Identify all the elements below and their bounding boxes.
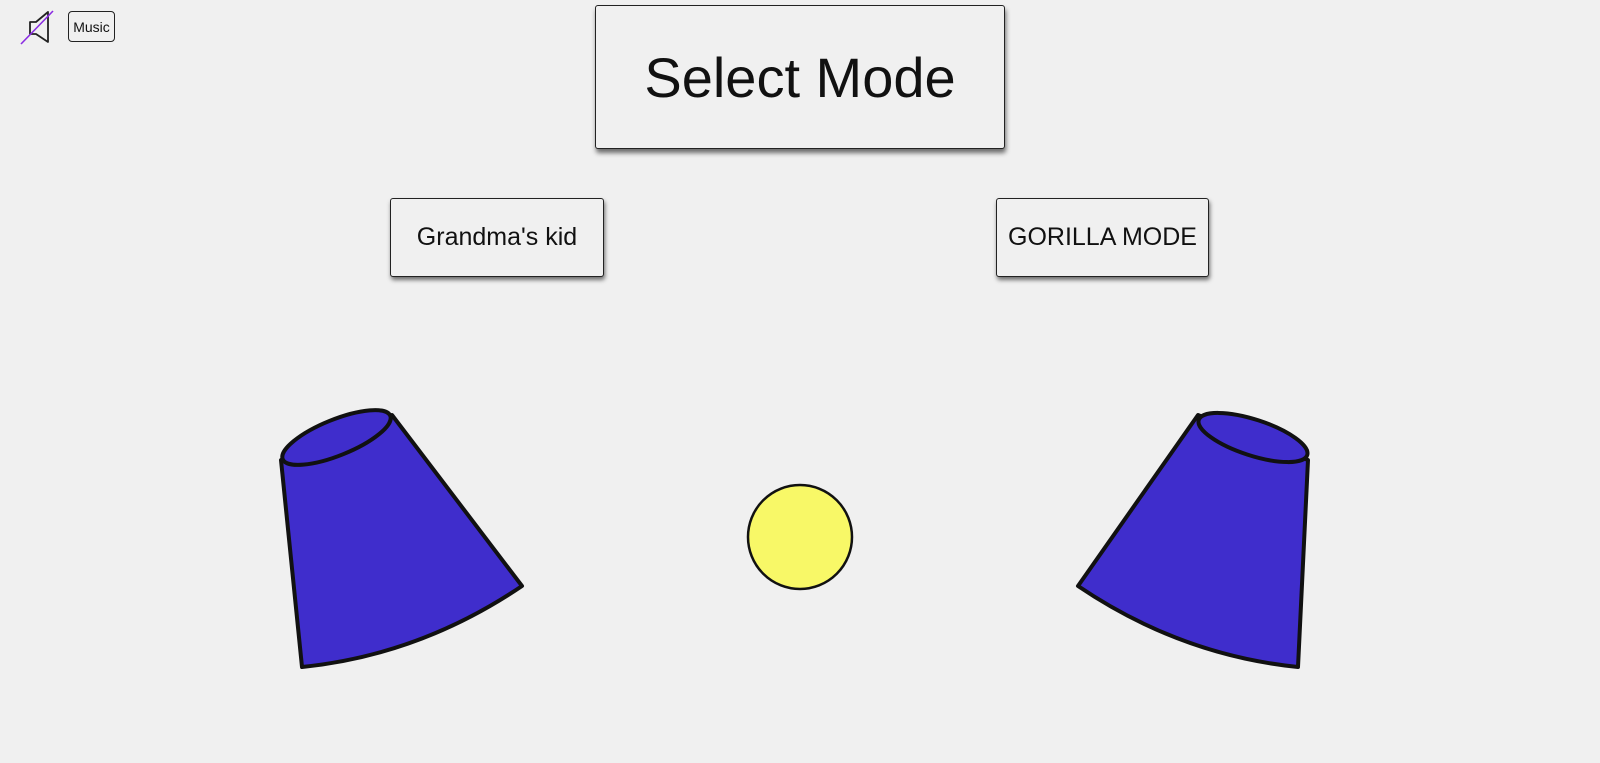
cup-left[interactable] <box>276 399 524 669</box>
music-button[interactable]: Music <box>68 11 115 42</box>
cup-right[interactable] <box>1076 403 1313 669</box>
speaker-muted-icon[interactable] <box>18 8 54 46</box>
select-mode-title: Select Mode <box>595 5 1005 149</box>
gorilla-mode-button[interactable]: GORILLA MODE <box>996 198 1209 277</box>
ball <box>746 483 854 591</box>
grandmas-kid-mode-button[interactable]: Grandma's kid <box>390 198 604 277</box>
game-screen: Music Select Mode Grandma's kid GORILLA … <box>0 0 1600 763</box>
